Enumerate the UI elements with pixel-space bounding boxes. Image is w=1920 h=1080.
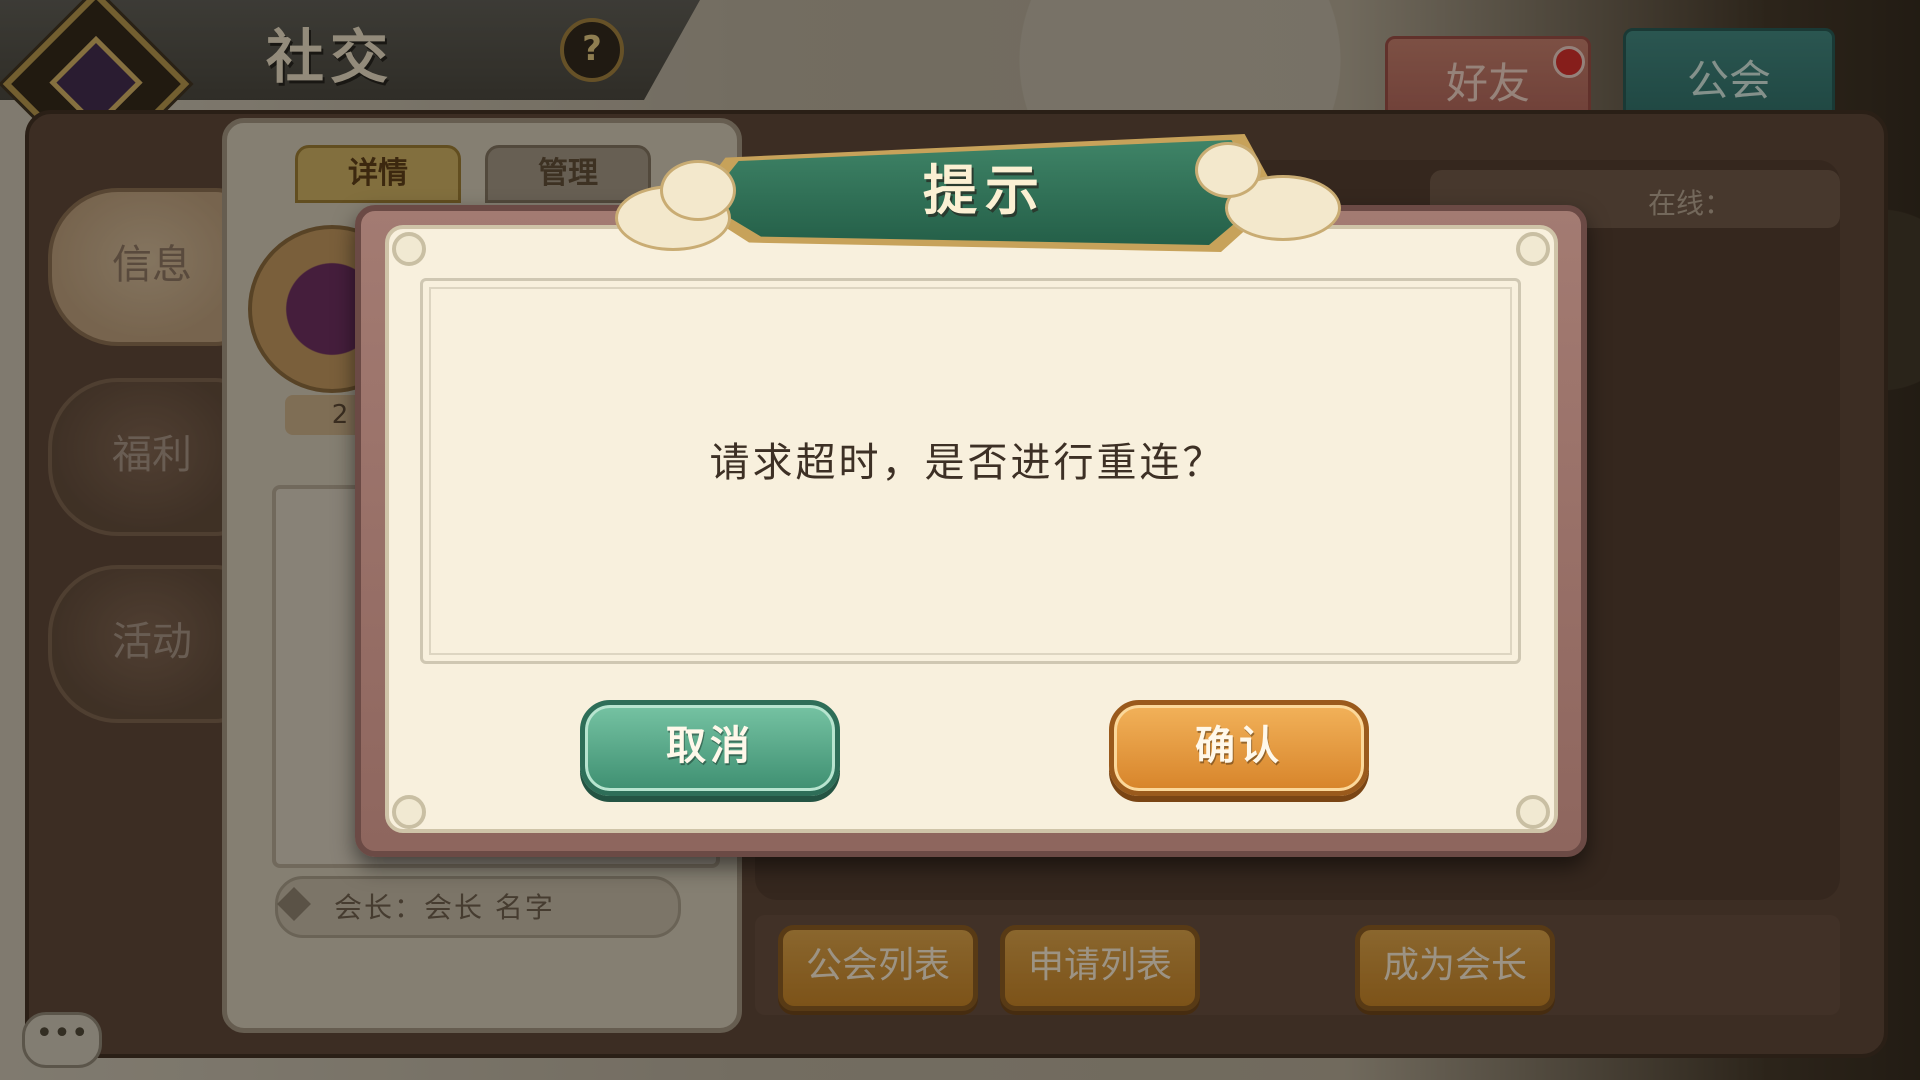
- dialog-message: 请求超时，是否进行重连？: [709, 440, 1226, 486]
- corner-ornament: [1516, 795, 1550, 829]
- cancel-button[interactable]: 取消: [580, 700, 840, 796]
- corner-ornament: [1516, 232, 1550, 266]
- corner-ornament: [392, 232, 426, 266]
- corner-ornament: [392, 795, 426, 829]
- confirm-button[interactable]: 确认: [1109, 700, 1369, 796]
- dialog-title: 提示: [923, 159, 1047, 222]
